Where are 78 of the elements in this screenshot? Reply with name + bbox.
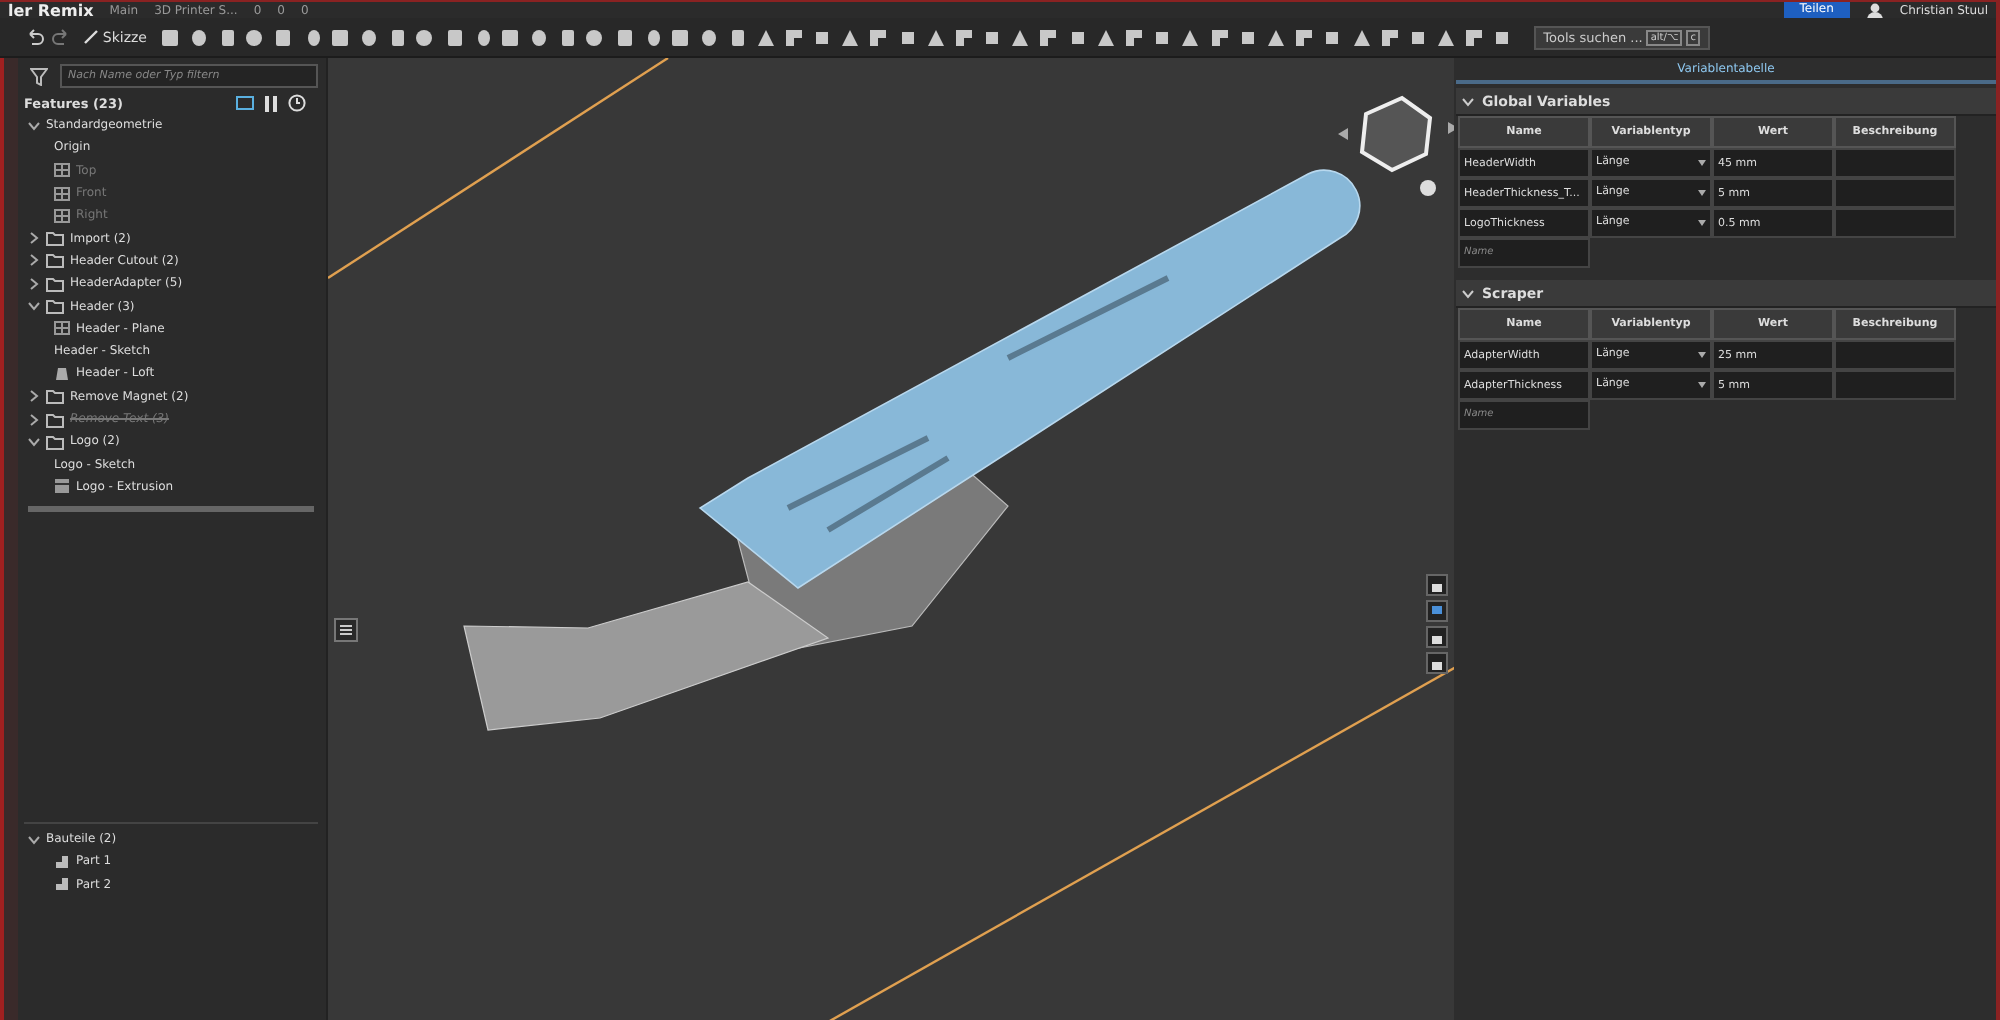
plane-icon [54, 320, 70, 337]
dropdown-caret-icon[interactable] [1698, 352, 1706, 358]
view-tool-icon[interactable] [1426, 652, 1448, 674]
toolbar-tool-icon[interactable] [1492, 27, 1513, 47]
toolbar-tool-icon[interactable] [726, 27, 747, 47]
dropdown-caret-icon[interactable] [1698, 382, 1706, 388]
redo-icon[interactable] [52, 27, 73, 47]
pause-icon[interactable] [264, 95, 278, 111]
view-tool-icon[interactable] [1426, 626, 1448, 648]
dropdown-caret-icon[interactable] [1698, 220, 1706, 226]
toolbar-tool-icon[interactable] [244, 27, 265, 47]
table-cell[interactable] [1834, 208, 1956, 238]
toolbar-tool-icon[interactable] [386, 27, 407, 47]
table-cell[interactable] [1834, 178, 1956, 208]
table-cell[interactable] [1834, 340, 1956, 370]
toolbar-tool-icon[interactable] [1464, 27, 1485, 47]
toolbar-tool-icon[interactable] [499, 27, 520, 47]
toolbar-tool-icon[interactable] [897, 27, 918, 47]
toolbar-tool-icon[interactable] [1152, 27, 1173, 47]
dropdown-caret-icon[interactable] [1698, 160, 1706, 166]
toolbar-tool-icon[interactable] [584, 27, 605, 47]
undo-icon[interactable] [24, 27, 44, 47]
table-cell[interactable] [1834, 370, 1956, 400]
table-cell[interactable] [1834, 148, 1956, 178]
toolbar-tool-icon[interactable] [811, 27, 832, 47]
filter-icon[interactable] [30, 67, 48, 85]
toolbar-tool-icon[interactable] [1351, 27, 1372, 47]
toolbar-tool-icon[interactable] [1067, 27, 1088, 47]
toolbar-tool-icon[interactable] [556, 27, 577, 47]
list-icon[interactable] [334, 618, 358, 642]
view-tool-icon[interactable] [1426, 600, 1448, 622]
toolbar-tool-icon[interactable] [670, 27, 691, 47]
toolbar-tool-icon[interactable] [1010, 27, 1031, 47]
toolbar-tool-icon[interactable] [414, 27, 435, 47]
document-title: ler Remix [8, 2, 94, 18]
plane-icon [54, 185, 70, 202]
toolbar-tool-icon[interactable] [187, 27, 208, 47]
clock-icon[interactable] [288, 94, 306, 112]
toolbar-tool-icon[interactable] [1124, 27, 1145, 47]
toolbar-tool-icon[interactable] [1265, 27, 1286, 47]
toolbar-tool-icon[interactable] [528, 27, 549, 47]
view-tool-icon[interactable] [1426, 574, 1448, 596]
toolbar-tool-icon[interactable] [982, 27, 1003, 47]
toolbar-tool-icon[interactable] [357, 27, 378, 47]
toolbar-tool-icon[interactable] [783, 27, 804, 47]
loft-icon [54, 365, 70, 382]
toolbar-tool-icon[interactable] [272, 27, 293, 47]
toolbar-tool-icon[interactable] [159, 27, 180, 47]
toolbar-tool-icon[interactable] [925, 27, 946, 47]
toolbar-tool-icon[interactable] [755, 27, 776, 47]
toolbar-tool-icon[interactable] [953, 27, 974, 47]
toolbar-tool-icon[interactable] [1038, 27, 1059, 47]
toolbar-tool-icon[interactable] [840, 27, 861, 47]
toolbar-tool-icon[interactable] [1407, 27, 1428, 47]
dropdown-caret-icon[interactable] [1698, 190, 1706, 196]
toolbar-tool-icon[interactable] [1379, 27, 1400, 47]
toolbar-tool-icon[interactable] [1436, 27, 1457, 47]
toolbar-tool-icon[interactable] [1180, 27, 1201, 47]
pencil-icon [84, 30, 99, 44]
toolbar-tool-icon[interactable] [868, 27, 889, 47]
3d-viewport[interactable] [328, 58, 1454, 1020]
extrude-icon [54, 478, 70, 495]
plane-icon [54, 162, 70, 179]
scraper-model-drawing[interactable] [463, 169, 1361, 731]
toolbar-tool-icon[interactable] [1095, 27, 1116, 47]
toolbar-tool-icon[interactable] [329, 27, 350, 47]
toolbar-tool-icon[interactable] [1209, 27, 1230, 47]
toolbar-tool-icon[interactable] [1237, 27, 1258, 47]
rollback-icon[interactable] [236, 94, 254, 112]
toolbar-tool-icon[interactable] [216, 27, 237, 47]
toolbar-tool-icon[interactable] [1294, 27, 1315, 47]
toolbar-tool-icon[interactable] [443, 27, 464, 47]
view-cube-icon[interactable] [1338, 95, 1454, 173]
toolbar-tool-icon[interactable] [1322, 27, 1343, 47]
toolbar-tool-icon[interactable] [698, 27, 719, 47]
toolbar-tool-icon[interactable] [613, 27, 634, 47]
plane-icon [54, 207, 70, 224]
render-mode-icon[interactable] [1420, 180, 1436, 196]
